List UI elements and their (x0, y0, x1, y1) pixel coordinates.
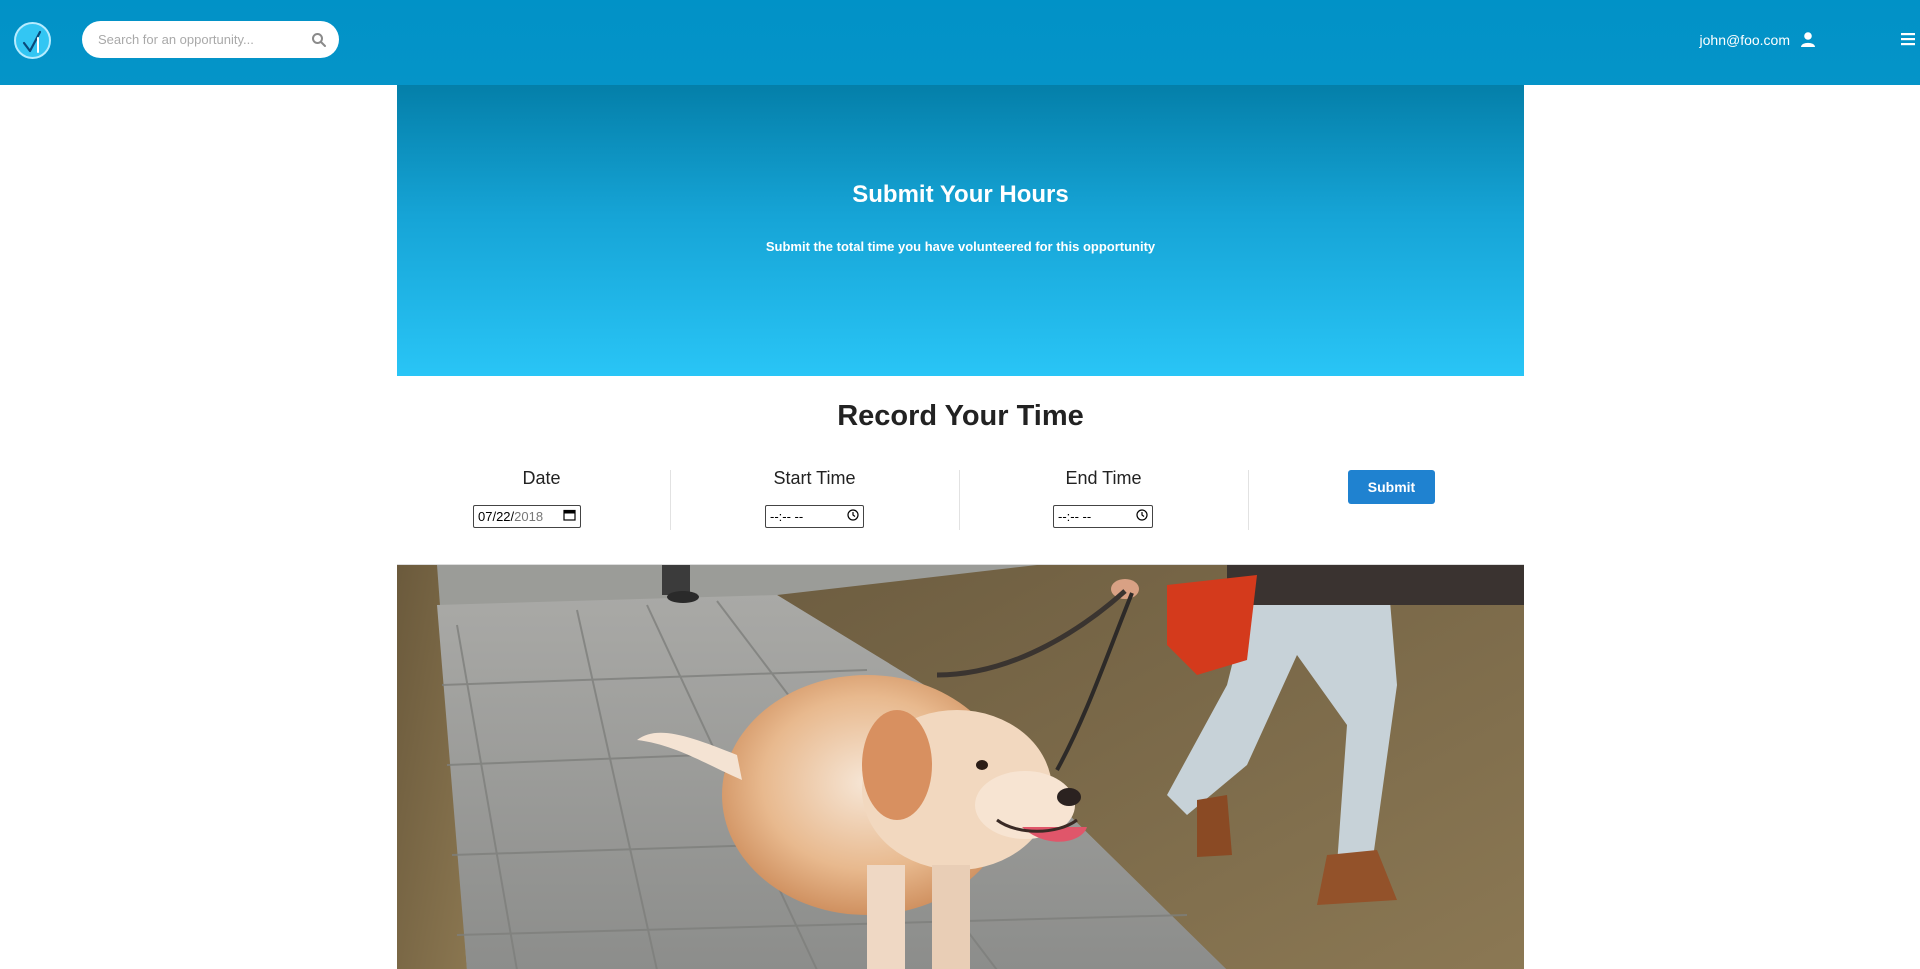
hero-subtitle: Submit the total time you have volunteer… (765, 239, 1156, 254)
dog-walking-photo (397, 564, 1524, 969)
search-input[interactable] (96, 21, 296, 58)
calendar-icon[interactable] (563, 509, 576, 524)
date-input[interactable]: 07/22/2018 (473, 505, 581, 528)
start-time-input[interactable]: --:-- -- (765, 505, 864, 528)
hero-banner: Submit Your Hours Submit the total time … (397, 85, 1524, 376)
search-box (82, 21, 339, 58)
field-divider (1248, 470, 1249, 530)
date-field-group: Date 07/22/2018 (397, 462, 686, 532)
end-time-input[interactable]: --:-- -- (1053, 505, 1153, 528)
user-email[interactable]: john@foo.com (1700, 32, 1790, 48)
end-time-value: --:-- -- (1058, 509, 1092, 524)
end-time-field-group: End Time --:-- -- (959, 462, 1248, 532)
start-time-value: --:-- -- (770, 509, 804, 524)
search-icon[interactable] (311, 32, 327, 48)
date-label: Date (522, 468, 561, 488)
record-time-heading: Record Your Time (837, 400, 1084, 432)
start-time-field-group: Start Time --:-- -- (670, 462, 959, 532)
time-entry-form: Date 07/22/2018 Start Time --:-- -- End … (397, 462, 1524, 532)
date-year: 2018 (514, 509, 544, 524)
clock-icon[interactable] (847, 509, 859, 524)
top-navbar: john@foo.com (0, 0, 1920, 85)
date-value: 07/22/2018 (478, 509, 543, 524)
date-month-day: 07/22/ (478, 509, 515, 524)
hamburger-menu-icon[interactable] (1900, 32, 1916, 46)
start-time-label: Start Time (773, 468, 856, 488)
end-time-label: End Time (1065, 468, 1142, 488)
photo-illustration (397, 565, 1524, 969)
checkmark-logo-icon[interactable] (14, 22, 51, 59)
submit-button[interactable]: Submit (1348, 470, 1435, 504)
user-icon[interactable] (1800, 31, 1816, 47)
hero-title: Submit Your Hours (852, 181, 1069, 208)
clock-icon[interactable] (1136, 509, 1148, 524)
